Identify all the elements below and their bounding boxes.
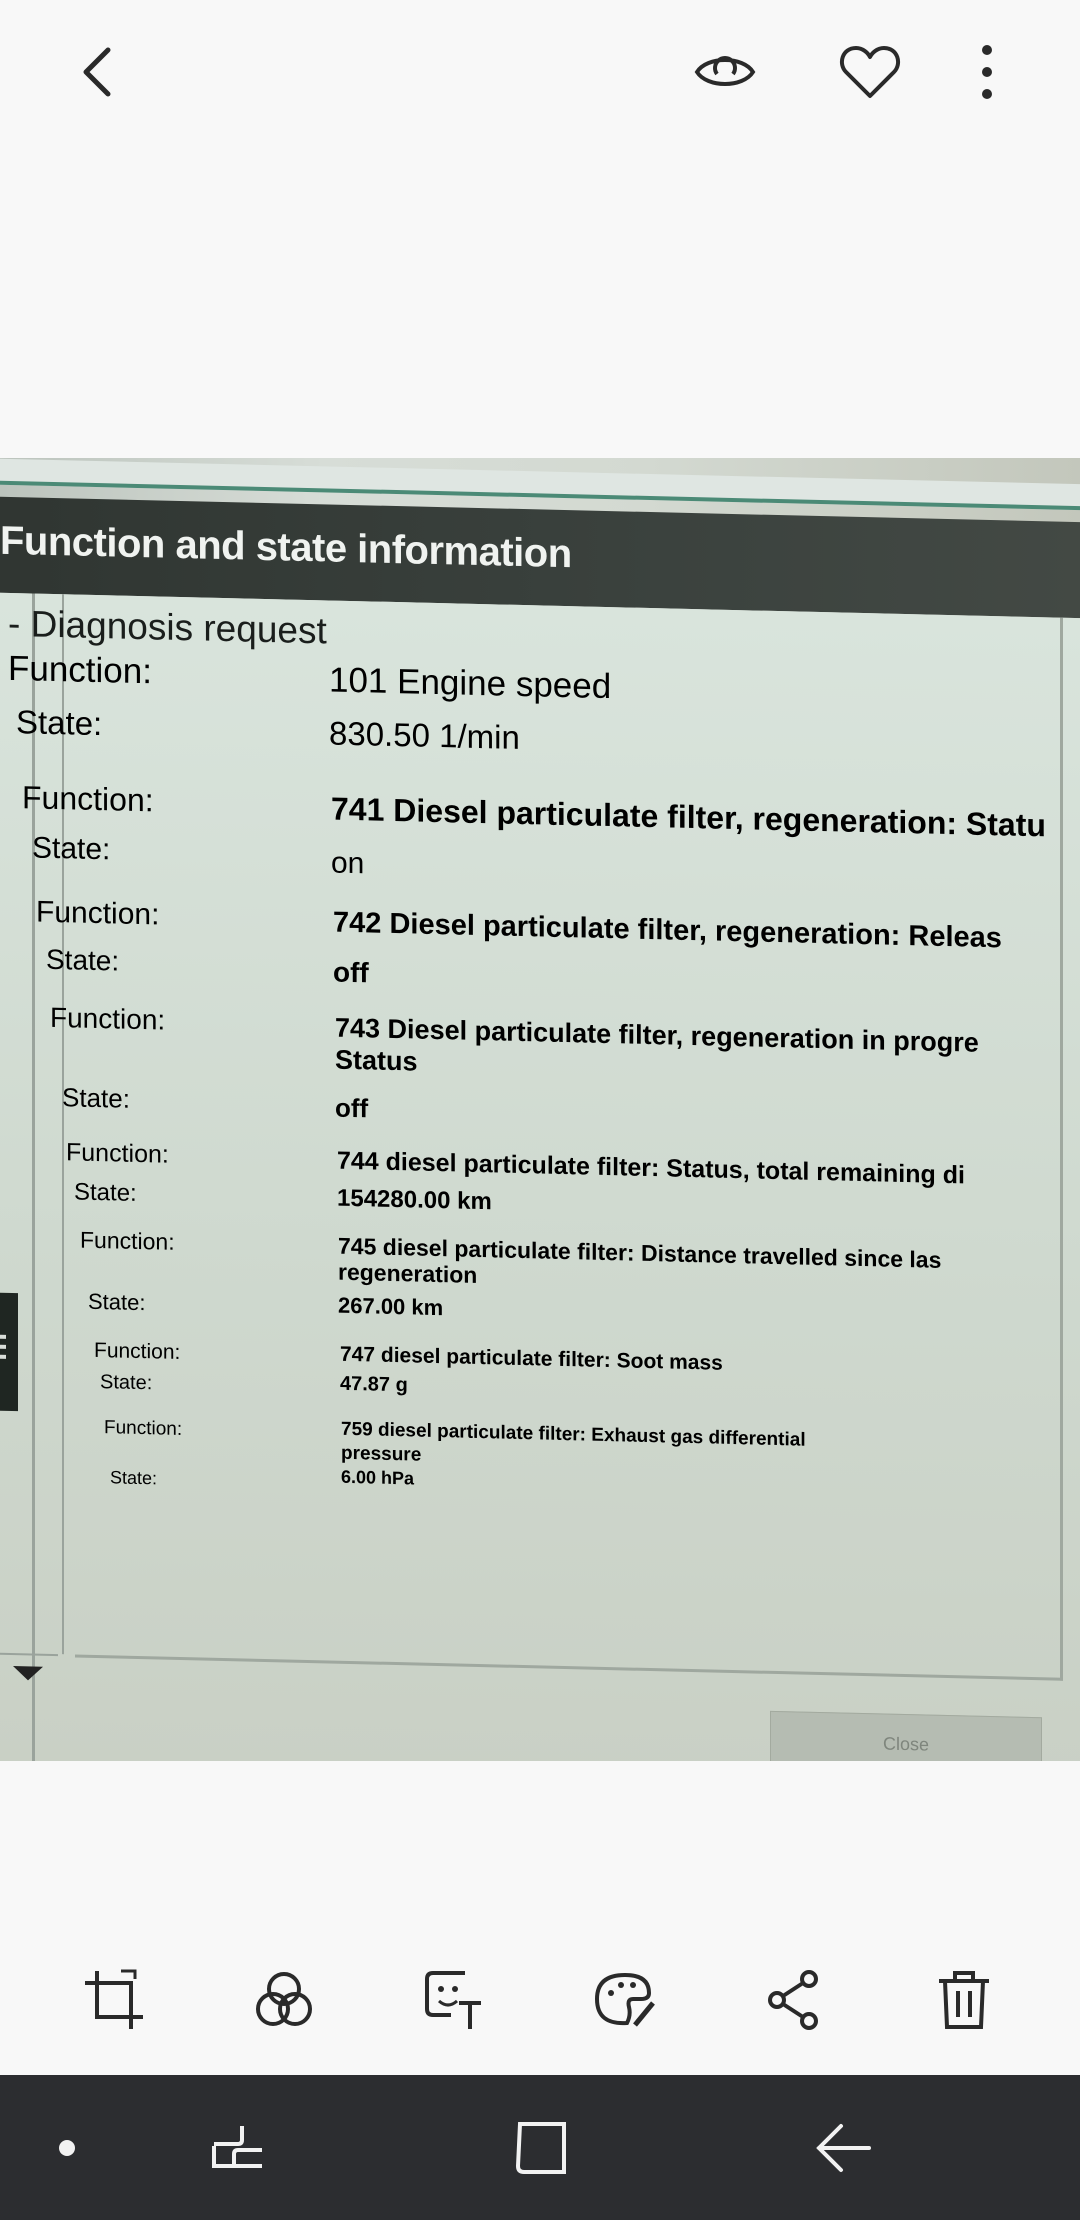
heart-icon xyxy=(839,46,901,98)
menu-tab[interactable] xyxy=(0,1292,18,1412)
function-label: Function: xyxy=(36,895,160,932)
dot-icon xyxy=(59,2140,75,2156)
function-value: 101 Engine speed xyxy=(329,660,612,707)
crop-icon xyxy=(85,1969,143,2029)
state-label: State: xyxy=(100,1371,153,1395)
function-value-line2: Status xyxy=(335,1044,418,1077)
hamburger-icon xyxy=(0,1334,6,1359)
scrollbar[interactable] xyxy=(42,593,64,1655)
function-label: Function: xyxy=(66,1138,169,1169)
triangle-down-icon xyxy=(13,1666,43,1681)
trash-icon xyxy=(939,1971,989,2029)
favorite-button[interactable] xyxy=(825,27,915,117)
state-value: off xyxy=(333,956,369,989)
back-button[interactable] xyxy=(55,27,145,117)
function-label: Function: xyxy=(94,1338,181,1364)
top-toolbar xyxy=(0,0,1080,150)
delete-button[interactable] xyxy=(914,1950,1014,2050)
state-value: 154280.00 km xyxy=(337,1184,492,1216)
function-label: Function: xyxy=(50,1001,166,1036)
function-label: Function: xyxy=(80,1226,175,1255)
photographed-screen: Function and state information - Diagnos… xyxy=(0,458,1080,1761)
nav-dot-button[interactable] xyxy=(22,2103,112,2193)
function-label: Function: xyxy=(8,648,152,692)
sticker-text-icon xyxy=(425,1971,481,2029)
section-title: - Diagnosis request xyxy=(8,602,327,652)
sticker-text-button[interactable] xyxy=(404,1950,504,2050)
home-button[interactable] xyxy=(495,2103,585,2193)
state-label: State: xyxy=(74,1178,137,1207)
system-navbar xyxy=(0,2075,1080,2220)
state-value: 47.87 g xyxy=(340,1372,408,1397)
state-value: 6.00 hPa xyxy=(341,1466,415,1489)
close-button[interactable]: Close xyxy=(770,1710,1042,1761)
state-label: State: xyxy=(88,1288,146,1316)
nav-back-button[interactable] xyxy=(798,2103,888,2193)
state-label: State: xyxy=(46,943,120,977)
state-value: 267.00 km xyxy=(338,1292,444,1321)
view-button[interactable] xyxy=(680,27,770,117)
function-label: Function: xyxy=(104,1417,183,1440)
state-label: State: xyxy=(62,1082,130,1114)
function-label: Function: xyxy=(22,779,154,819)
recent-apps-button[interactable] xyxy=(193,2103,283,2193)
recent-apps-icon xyxy=(212,2126,262,2168)
scroll-down-button[interactable] xyxy=(0,1652,58,1693)
filter-icon xyxy=(256,1972,312,2026)
more-options-button[interactable] xyxy=(942,27,1032,117)
draw-button[interactable] xyxy=(574,1950,674,2050)
info-panel xyxy=(75,594,1063,1681)
share-icon xyxy=(768,1970,818,2030)
share-button[interactable] xyxy=(744,1950,844,2050)
eye-icon xyxy=(694,56,756,86)
function-value-line2: pressure xyxy=(341,1442,422,1466)
window-title: Function and state information xyxy=(0,518,572,577)
more-vertical-icon xyxy=(982,45,992,99)
state-value: 830.50 1/min xyxy=(329,714,520,756)
state-value: on xyxy=(331,846,365,881)
state-label: State: xyxy=(110,1467,158,1489)
bottom-toolbar xyxy=(0,1930,1080,2070)
palette-brush-icon xyxy=(594,1972,655,2027)
chevron-left-icon xyxy=(83,47,111,97)
function-value-line2: regeneration xyxy=(338,1258,478,1288)
state-label: State: xyxy=(32,831,111,867)
home-icon xyxy=(515,2122,566,2174)
state-value: off xyxy=(335,1092,369,1124)
state-label: State: xyxy=(16,703,103,743)
left-rail xyxy=(0,592,35,1761)
back-icon xyxy=(816,2124,871,2172)
filter-button[interactable] xyxy=(234,1950,334,2050)
photo-image: Function and state information - Diagnos… xyxy=(0,458,1080,1761)
window-content: - Diagnosis request Function: 101 Engine… xyxy=(0,592,1080,1761)
crop-button[interactable] xyxy=(64,1950,164,2050)
